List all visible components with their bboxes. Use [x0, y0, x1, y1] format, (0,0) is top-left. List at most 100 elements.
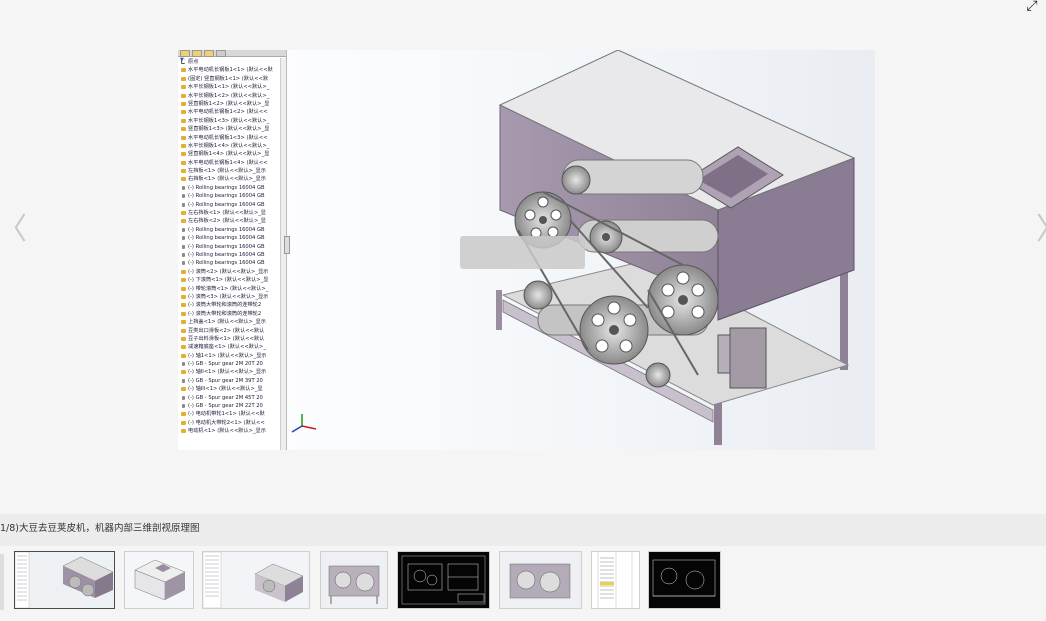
feature-tree-item[interactable]: 原点	[178, 58, 280, 66]
feature-tree-item[interactable]: 水平长钢板1<4> (默认<<默认>_	[178, 142, 280, 150]
feature-tree-label: (-) Rolling bearings 16004 GB	[188, 193, 265, 200]
feature-tree-item[interactable]: (固定) 竖直钢板1<1> (默认<<默	[178, 75, 280, 83]
feature-tree-item[interactable]: 上挡盖<1> (默认<<默认>_显示	[178, 318, 280, 326]
feature-tree-item[interactable]: 竖直钢板1<3> (默认<<默认>_显	[178, 125, 280, 133]
feature-tree-item[interactable]: (-) 轴II<1> (默认<<默认>_显示	[178, 368, 280, 376]
part-icon	[181, 412, 186, 417]
feature-tree-toolbar	[178, 50, 286, 57]
fullscreen-icon[interactable]: ⤢	[1024, 0, 1040, 28]
caption-bar: 1/8)大豆去豆荚皮机，机器内部三维剖视原理图	[0, 514, 1046, 546]
origin-icon	[181, 60, 185, 64]
thumbnail-7[interactable]	[591, 551, 640, 609]
feature-tree-item[interactable]: (-) Rolling bearings 16004 GB	[178, 201, 280, 209]
feature-tree-label: 水平长钢板1<3> (默认<<默认>_	[188, 117, 270, 124]
feature-tree-label: 水平电动机长钢板1<4> (默认<<	[188, 159, 268, 166]
part-icon	[181, 336, 186, 341]
feature-tree-label: (-) 滚筒<3> (默认<<默认>_显示	[188, 293, 269, 300]
part-icon	[181, 127, 186, 132]
panel-splitter[interactable]	[284, 236, 290, 254]
feature-tree-item[interactable]: (-) 电动机大带轮2<1> (默认<<	[178, 419, 280, 427]
feature-tree-item[interactable]: 豆子出料滑板<1> (默认<<默认	[178, 335, 280, 343]
feature-tree-item[interactable]: (-) Rolling bearings 16004 GB	[178, 234, 280, 242]
feature-tree-item[interactable]: 右挡板<1> (默认<<默认>_显示	[178, 175, 280, 183]
feature-tree-item[interactable]: (-) Rolling bearings 16004 GB	[178, 251, 280, 259]
feature-tree-panel: ▼· 原点 水平电动机长钢板1<1> (默认<<默 (固定) 竖直钢板1<1> (默…	[178, 50, 287, 450]
feature-tree-label: (-) 滚筒大带轮和滚筒的连带轮2	[188, 310, 262, 317]
bearing-icon	[182, 244, 185, 249]
feature-tree-item[interactable]: (-) GB - Spur gear 2M 39T 20	[178, 377, 280, 385]
feature-tree-item[interactable]: (-) 下滚筒<1> (默认<<默认>_显	[178, 276, 280, 284]
bearing-icon	[182, 378, 185, 383]
feature-tree-item[interactable]: (-) 滚筒<3> (默认<<默认>_显示	[178, 293, 280, 301]
thumbnail-1[interactable]	[14, 551, 115, 609]
part-icon	[181, 320, 186, 325]
thumb-prev-arrow[interactable]	[0, 554, 4, 610]
feature-tree-item[interactable]: 左右挡板<1> (默认<<默认>_显	[178, 209, 280, 217]
feature-tree-item[interactable]: 水平电动机长钢板1<3> (默认<<	[178, 134, 280, 142]
part-icon	[181, 118, 186, 123]
feature-tree-label: 上挡盖<1> (默认<<默认>_显示	[188, 319, 266, 326]
feature-tree-label: (-) 电动机带轮1<1> (默认<<默	[188, 411, 265, 418]
feature-tree-item[interactable]: 水平长钢板1<3> (默认<<默认>_	[178, 117, 280, 125]
feature-tree-item[interactable]: (-) 滚筒大带轮和滚筒的连带轮2	[178, 301, 280, 309]
part-icon	[181, 143, 186, 148]
next-arrow-icon[interactable]: 〉	[1036, 212, 1046, 248]
feature-tree-item[interactable]: (-) Rolling bearings 16004 GB	[178, 243, 280, 251]
feature-tree-item[interactable]: (-) 滚筒大带轮和滚筒的连带轮2	[178, 310, 280, 318]
part-icon	[181, 345, 186, 350]
part-icon	[181, 303, 186, 308]
feature-tree-item[interactable]: (-) Rolling bearings 16004 GB	[178, 259, 280, 267]
tree-scrollbar[interactable]	[280, 58, 286, 450]
feature-tree-item[interactable]: (-) GB - Spur gear 2M 45T 20	[178, 394, 280, 402]
part-icon	[181, 429, 186, 434]
feature-tree-item[interactable]: 豆类出口滑板<2> (默认<<默认	[178, 327, 280, 335]
feature-tree-item[interactable]: 水平长钢板1<1> (默认<<默认>_	[178, 83, 280, 91]
feature-tree-item[interactable]: (-) 滚筒<2> (默认<<默认>_显示	[178, 268, 280, 276]
prev-arrow-icon[interactable]: 〈	[0, 212, 27, 248]
feature-tree-item[interactable]: 水平长钢板1<2> (默认<<默认>_	[178, 92, 280, 100]
feature-tree-label: 豆类出口滑板<2> (默认<<默认	[188, 327, 265, 334]
feature-tree-label: (-) Rolling bearings 16004 GB	[188, 201, 265, 208]
thumbnail-2[interactable]	[124, 551, 194, 609]
thumbnail-6[interactable]	[499, 551, 582, 609]
thumbnail-8[interactable]	[648, 551, 721, 609]
feature-tree-item[interactable]: (-) 轴III<1> (默认<<默认>_显	[178, 385, 280, 393]
feature-tree-item[interactable]: 水平电动机长钢板1<2> (默认<<	[178, 108, 280, 116]
feature-tree-label: 原点	[188, 59, 199, 65]
feature-tree-item[interactable]: 水平电动机长钢板1<1> (默认<<默	[178, 66, 280, 74]
part-icon	[181, 387, 186, 392]
feature-tree-item[interactable]: 竖直钢板1<4> (默认<<默认>_显	[178, 150, 280, 158]
feature-tree-item[interactable]: 左右挡板<2> (默认<<默认>_显	[178, 217, 280, 225]
feature-tree-item[interactable]: (-) GB - Spur gear 2M 22T 20	[178, 402, 280, 410]
thumbnail-3[interactable]	[202, 551, 310, 609]
feature-tree-label: (-) 滚筒大带轮和滚筒的连带轮2	[188, 302, 262, 309]
feature-tree-item[interactable]: (-) 轴1<1> (默认<<默认>_显示	[178, 352, 280, 360]
thumbnail-4[interactable]	[320, 551, 388, 609]
feature-tree-item[interactable]: 减速箱底座<1> (默认<<默认>_	[178, 343, 280, 351]
feature-tree-label: (-) 轴III<1> (默认<<默认>_显	[188, 386, 263, 393]
feature-tree-item[interactable]: (-) Rolling bearings 16004 GB	[178, 184, 280, 192]
part-icon	[181, 278, 186, 283]
feature-tree-label: (-) 电动机大带轮2<1> (默认<<	[188, 419, 265, 426]
thumbnail-5[interactable]	[397, 551, 490, 609]
feature-tree-label: 水平电动机长钢板1<1> (默认<<默	[188, 67, 273, 74]
feature-tree-label: (-) GB - Spur gear 2M 39T 20	[188, 377, 263, 384]
feature-tree-item[interactable]: (-) 电动机带轮1<1> (默认<<默	[178, 410, 280, 418]
feature-tree-label: (-) 下滚筒<1> (默认<<默认>_显	[188, 277, 269, 284]
feature-tree-item[interactable]: 电动机<1> (默认<<默认>_显示	[178, 427, 280, 435]
part-icon	[181, 135, 186, 140]
feature-tree-label: 左右挡板<1> (默认<<默认>_显	[188, 210, 266, 217]
feature-tree-label: 竖直钢板1<4> (默认<<默认>_显	[188, 151, 270, 158]
feature-tree-item[interactable]: (-) Rolling bearings 16004 GB	[178, 226, 280, 234]
feature-tree-item[interactable]: 水平电动机长钢板1<4> (默认<<	[178, 159, 280, 167]
feature-tree-item[interactable]: 左挡板<1> (默认<<默认>_显示	[178, 167, 280, 175]
feature-tree-item[interactable]: (-) 带轮滚筒<1> (默认<<默认>_	[178, 285, 280, 293]
feature-tree-item[interactable]: 竖直钢板1<2> (默认<<默认>_显	[178, 100, 280, 108]
feature-tree-label: (-) 轴1<1> (默认<<默认>_显示	[188, 352, 267, 359]
part-icon	[181, 211, 186, 216]
feature-tree-item[interactable]: (-) Rolling bearings 16004 GB	[178, 192, 280, 200]
part-icon	[181, 101, 186, 106]
feature-tree-item[interactable]: (-) GB - Spur gear 2M 20T 20	[178, 360, 280, 368]
part-icon	[181, 294, 186, 299]
part-icon	[181, 110, 186, 115]
